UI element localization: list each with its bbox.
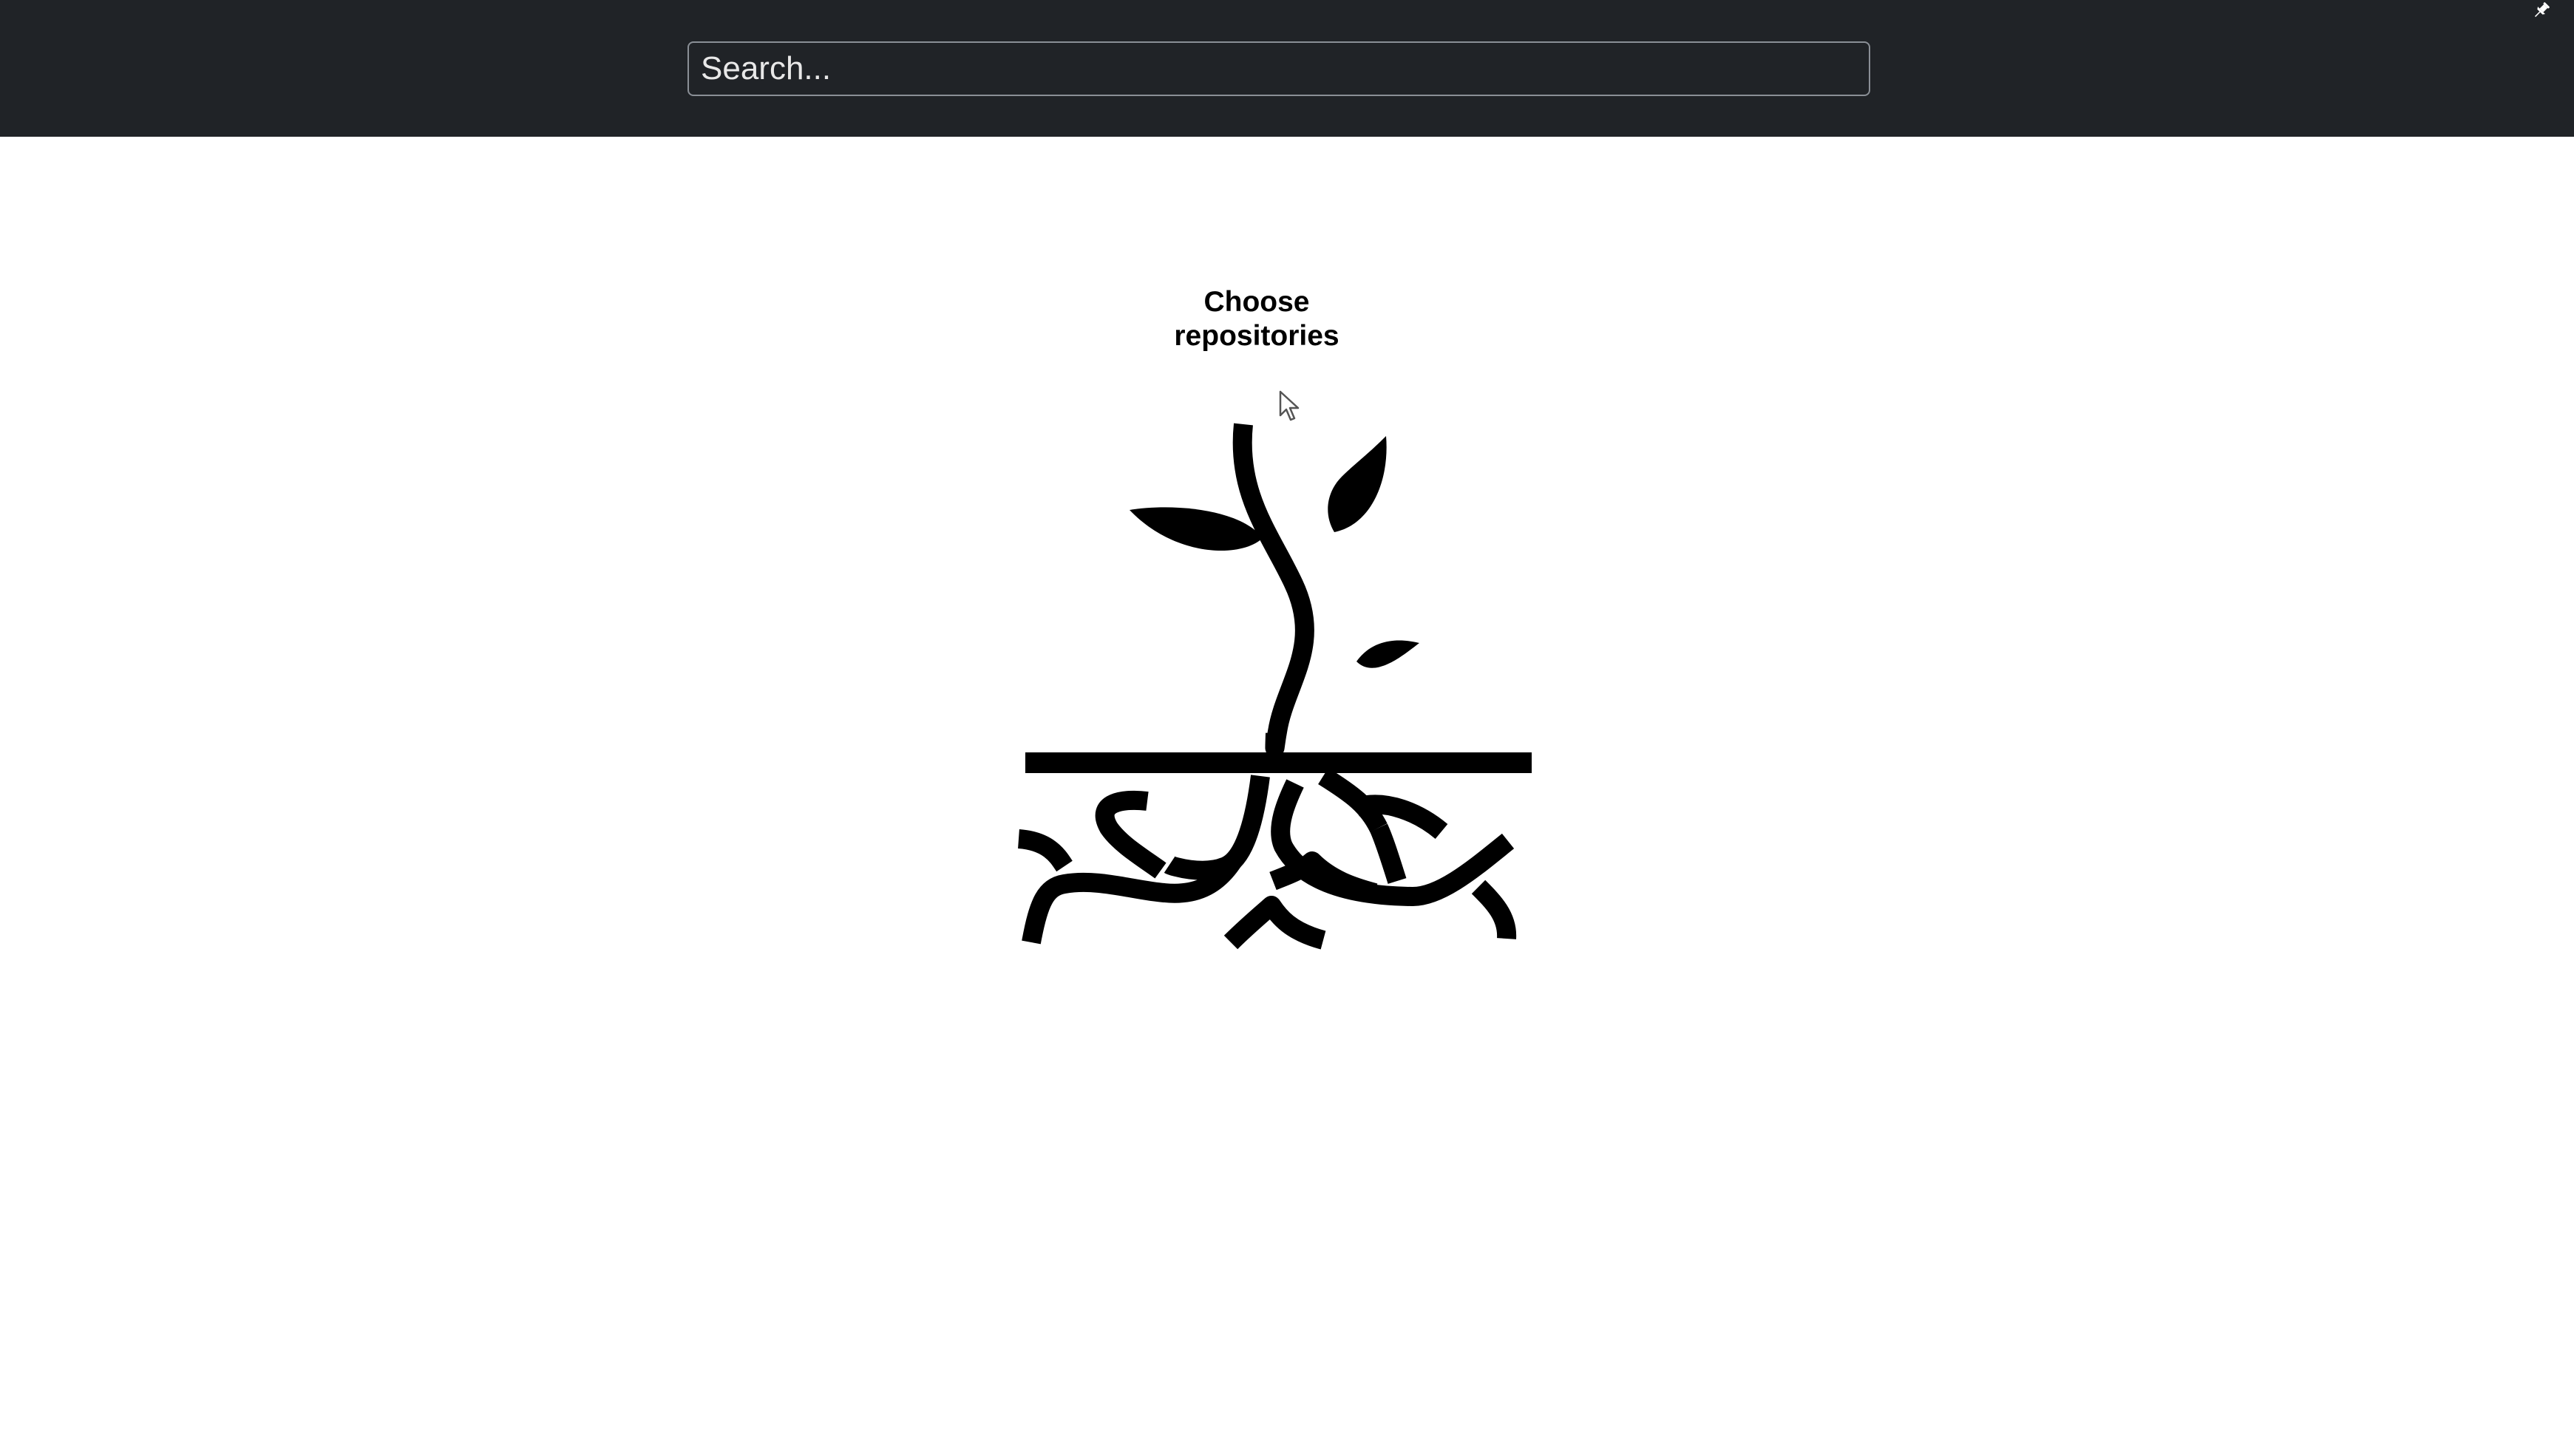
pin-icon-svg (2534, 2, 2550, 18)
search-input[interactable] (687, 41, 1870, 96)
page-title: Choose repositories (1109, 285, 1405, 353)
title-line-1: Choose (1203, 286, 1310, 318)
top-bar (0, 0, 2574, 137)
plant-roots-illustration (1017, 423, 1532, 950)
search-container (687, 41, 1870, 96)
pin-icon[interactable] (2531, 0, 2552, 21)
title-line-2: repositories (1174, 320, 1339, 352)
